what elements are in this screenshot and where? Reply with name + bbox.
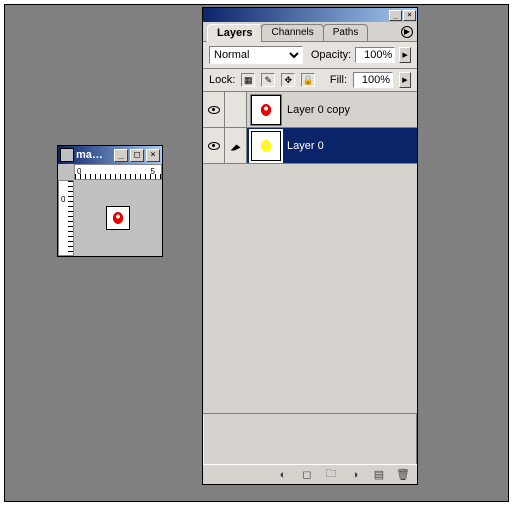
document-body [58, 164, 162, 256]
fill-flyout-icon[interactable]: ▶ [399, 72, 411, 88]
panel-bottom-bar: ◐ ◻ 🗀 ◑ ▤ 🗑 [203, 464, 417, 484]
document-titlebar[interactable]: ma… _ □ × [58, 146, 162, 164]
new-layer-icon[interactable]: ▤ [369, 467, 389, 483]
layer-thumbnail[interactable] [251, 95, 281, 125]
eye-icon [208, 142, 220, 150]
canvas[interactable] [106, 206, 130, 230]
tab-channels[interactable]: Channels [261, 24, 323, 41]
document-title: ma… [76, 149, 112, 161]
fill-input[interactable] [353, 72, 393, 88]
lock-position-icon[interactable]: ✥ [281, 73, 295, 87]
lock-fill-row: Lock: ▦ ✎ ✥ 🔒 Fill: ▶ [203, 69, 417, 92]
panel-tabs: Layers Channels Paths ▶ [203, 22, 417, 42]
layer-row[interactable]: Layer 0 [203, 128, 417, 164]
canvas-area[interactable] [74, 180, 162, 256]
close-button[interactable]: × [146, 149, 160, 162]
lock-pixels-icon[interactable]: ✎ [261, 73, 275, 87]
layers-panel: _ × Layers Channels Paths ▶ Normal Opaci… [202, 7, 418, 485]
panel-menu-icon[interactable]: ▶ [401, 26, 413, 38]
document-window: ma… _ □ × [57, 145, 163, 257]
workspace: ma… _ □ × _ × Layers Channels Paths ▶ [4, 4, 509, 502]
document-icon [60, 148, 74, 162]
minimize-button[interactable]: _ [114, 149, 128, 162]
opacity-label: Opacity: [311, 49, 351, 61]
adjustment-layer-icon[interactable]: ◑ [345, 467, 365, 483]
panel-close-button[interactable]: × [403, 10, 416, 21]
blend-mode-select[interactable]: Normal [209, 46, 303, 64]
layer-name[interactable]: Layer 0 copy [285, 104, 417, 116]
layer-row[interactable]: Layer 0 copy [203, 92, 417, 128]
lock-all-icon[interactable]: 🔒 [301, 73, 315, 87]
layer-mask-icon[interactable]: ◻ [297, 467, 317, 483]
blend-opacity-row: Normal Opacity: ▶ [203, 42, 417, 69]
layer-list: Layer 0 copy Layer 0 [203, 92, 417, 414]
maximize-button[interactable]: □ [130, 149, 144, 162]
layer-name[interactable]: Layer 0 [285, 140, 417, 152]
lock-transparency-icon[interactable]: ▦ [241, 73, 255, 87]
eye-icon [208, 106, 220, 114]
opacity-flyout-icon[interactable]: ▶ [399, 47, 411, 63]
layer-style-icon[interactable]: ◐ [273, 467, 293, 483]
panel-titlebar[interactable]: _ × [203, 8, 417, 22]
thumb-sprite-icon [259, 103, 273, 117]
link-toggle[interactable] [225, 128, 247, 163]
ruler-vertical [58, 180, 74, 256]
layer-thumbnail[interactable] [251, 131, 281, 161]
tab-paths[interactable]: Paths [323, 24, 369, 41]
link-toggle[interactable] [225, 92, 247, 127]
opacity-input[interactable] [355, 47, 395, 63]
lock-label: Lock: [209, 74, 235, 86]
new-group-icon[interactable]: 🗀 [321, 467, 341, 483]
fill-label: Fill: [330, 74, 347, 86]
tab-layers[interactable]: Layers [207, 24, 262, 42]
ruler-horizontal [74, 164, 162, 180]
visibility-toggle[interactable] [203, 128, 225, 163]
thumb-sprite-icon [259, 139, 273, 153]
delete-layer-icon[interactable]: 🗑 [393, 467, 413, 483]
canvas-sprite-icon [111, 211, 125, 225]
visibility-toggle[interactable] [203, 92, 225, 127]
brush-icon [231, 141, 241, 151]
panel-minimize-button[interactable]: _ [389, 10, 402, 21]
